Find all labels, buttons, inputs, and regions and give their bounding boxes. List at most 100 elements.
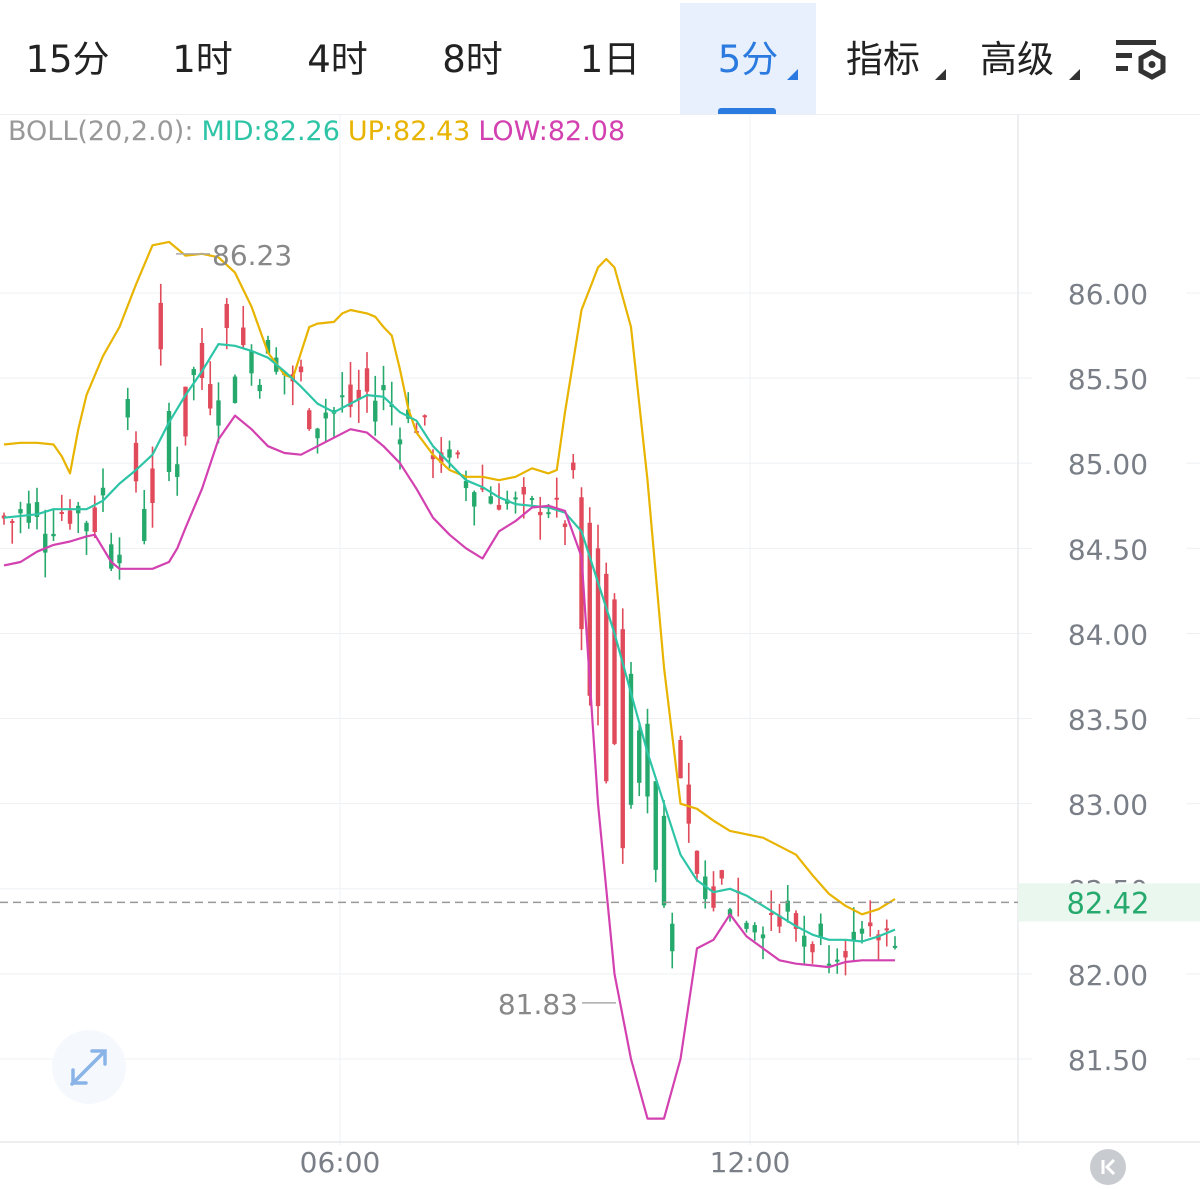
candle-body (455, 452, 460, 455)
candle-body (298, 366, 304, 373)
candle-body (686, 784, 691, 824)
candle-body (653, 781, 658, 870)
candle-body (208, 384, 213, 409)
x-tick-label: 06:00 (300, 1146, 381, 1179)
candle-body (125, 399, 130, 418)
candle-body (84, 522, 89, 532)
candle-body (752, 925, 757, 933)
candle-body (67, 510, 73, 524)
tab-2[interactable]: 4时 (270, 3, 405, 114)
candle-body (224, 303, 229, 328)
candle-body (760, 934, 766, 939)
collapse-left-icon (1101, 1158, 1116, 1176)
expand-chart-button[interactable] (52, 1030, 126, 1104)
candle-body (364, 368, 370, 392)
candle-body (670, 923, 675, 952)
candle-body (521, 486, 526, 495)
candle-body (571, 462, 576, 471)
candle-body (323, 412, 328, 419)
tab-0[interactable]: 15分 (0, 3, 135, 114)
price-chart[interactable]: 86.0085.5085.0084.5084.0083.5083.0082.50… (0, 115, 1200, 1181)
candle-body (175, 464, 180, 477)
tab-label: 1日 (579, 38, 641, 81)
candle-body (315, 428, 320, 439)
candle-body (26, 503, 31, 523)
candle-body (142, 508, 147, 541)
candle-body (546, 512, 551, 515)
candle-body (868, 922, 873, 927)
active-tab-indicator (718, 108, 776, 114)
tab-label: 4时 (307, 38, 368, 81)
candle-body (472, 492, 477, 507)
candle-body (447, 449, 452, 458)
tab-4[interactable]: 1日 (540, 3, 680, 114)
x-tick-label: 12:00 (710, 1146, 791, 1179)
y-tick-label: 83.00 (1068, 789, 1148, 822)
tab-6[interactable]: 指标 (816, 3, 950, 114)
candle-body (810, 944, 815, 953)
y-tick-label: 82.00 (1068, 959, 1148, 992)
candle-body (422, 415, 427, 418)
y-tick-label: 83.50 (1068, 704, 1148, 737)
candle-body (744, 922, 749, 929)
candle-body (10, 520, 15, 523)
candle-body (661, 815, 667, 906)
collapse-panel-button[interactable] (1090, 1149, 1126, 1185)
tab-label: 指标 (846, 38, 920, 81)
candle-body (892, 945, 898, 948)
candle-body (513, 497, 518, 500)
tab-label: 15分 (25, 38, 110, 81)
tab-1[interactable]: 1时 (135, 3, 270, 114)
y-tick-label: 85.00 (1068, 448, 1148, 481)
candle-body (397, 439, 403, 445)
candle-body (843, 951, 848, 958)
tab-3[interactable]: 8时 (405, 3, 540, 114)
candle-body (637, 730, 642, 783)
low-price-label: 81.83 (498, 988, 578, 1021)
candle-body (711, 886, 716, 908)
candle-body (612, 599, 617, 744)
candle-body (59, 511, 64, 514)
candle-body (595, 548, 601, 707)
current-price-tag: 82.42 (1066, 886, 1149, 920)
y-tick-label: 86.00 (1068, 278, 1148, 311)
tab-label: 1时 (172, 38, 233, 81)
expand-arrows-icon (70, 1049, 107, 1086)
candle-body (694, 850, 700, 874)
boll-lower-line (3, 414, 895, 1120)
candle-body (18, 509, 23, 514)
candle-body (884, 928, 889, 931)
candle-body (117, 554, 122, 564)
candle-body (191, 369, 196, 376)
candle-body (109, 544, 114, 569)
candle-body (257, 384, 262, 392)
candle-body (488, 496, 493, 504)
candle-body (529, 498, 535, 501)
candle-body (719, 870, 724, 879)
boll-upper-line (3, 240, 896, 916)
candle-body (340, 395, 345, 398)
tab-7[interactable]: 高级 (950, 3, 1084, 114)
boll-mid-line (3, 343, 896, 943)
dropdown-triangle-icon (787, 69, 798, 80)
candle-body (851, 931, 856, 941)
candle-body (232, 376, 238, 404)
candle-body (373, 400, 378, 422)
candle-body (538, 511, 543, 516)
candle-body (158, 302, 163, 350)
candle-body (133, 442, 139, 482)
candle-body (381, 385, 386, 391)
candle-body (216, 400, 221, 426)
chart-settings-button[interactable] (1112, 36, 1172, 84)
candle-body (562, 523, 568, 527)
candle-body (554, 497, 559, 500)
tab-label: 5分 (717, 38, 779, 81)
y-tick-label: 84.50 (1068, 533, 1148, 566)
high-price-label: 86.23 (212, 239, 292, 272)
interval-tab-bar: 15分 1时 4时 8时 1日 5分 指标 高级 (0, 0, 1200, 115)
tab-5[interactable]: 5分 (680, 3, 816, 114)
candle-body (678, 740, 683, 779)
candle-body (496, 504, 502, 510)
candle-body (92, 507, 97, 532)
candle-body (802, 935, 807, 947)
